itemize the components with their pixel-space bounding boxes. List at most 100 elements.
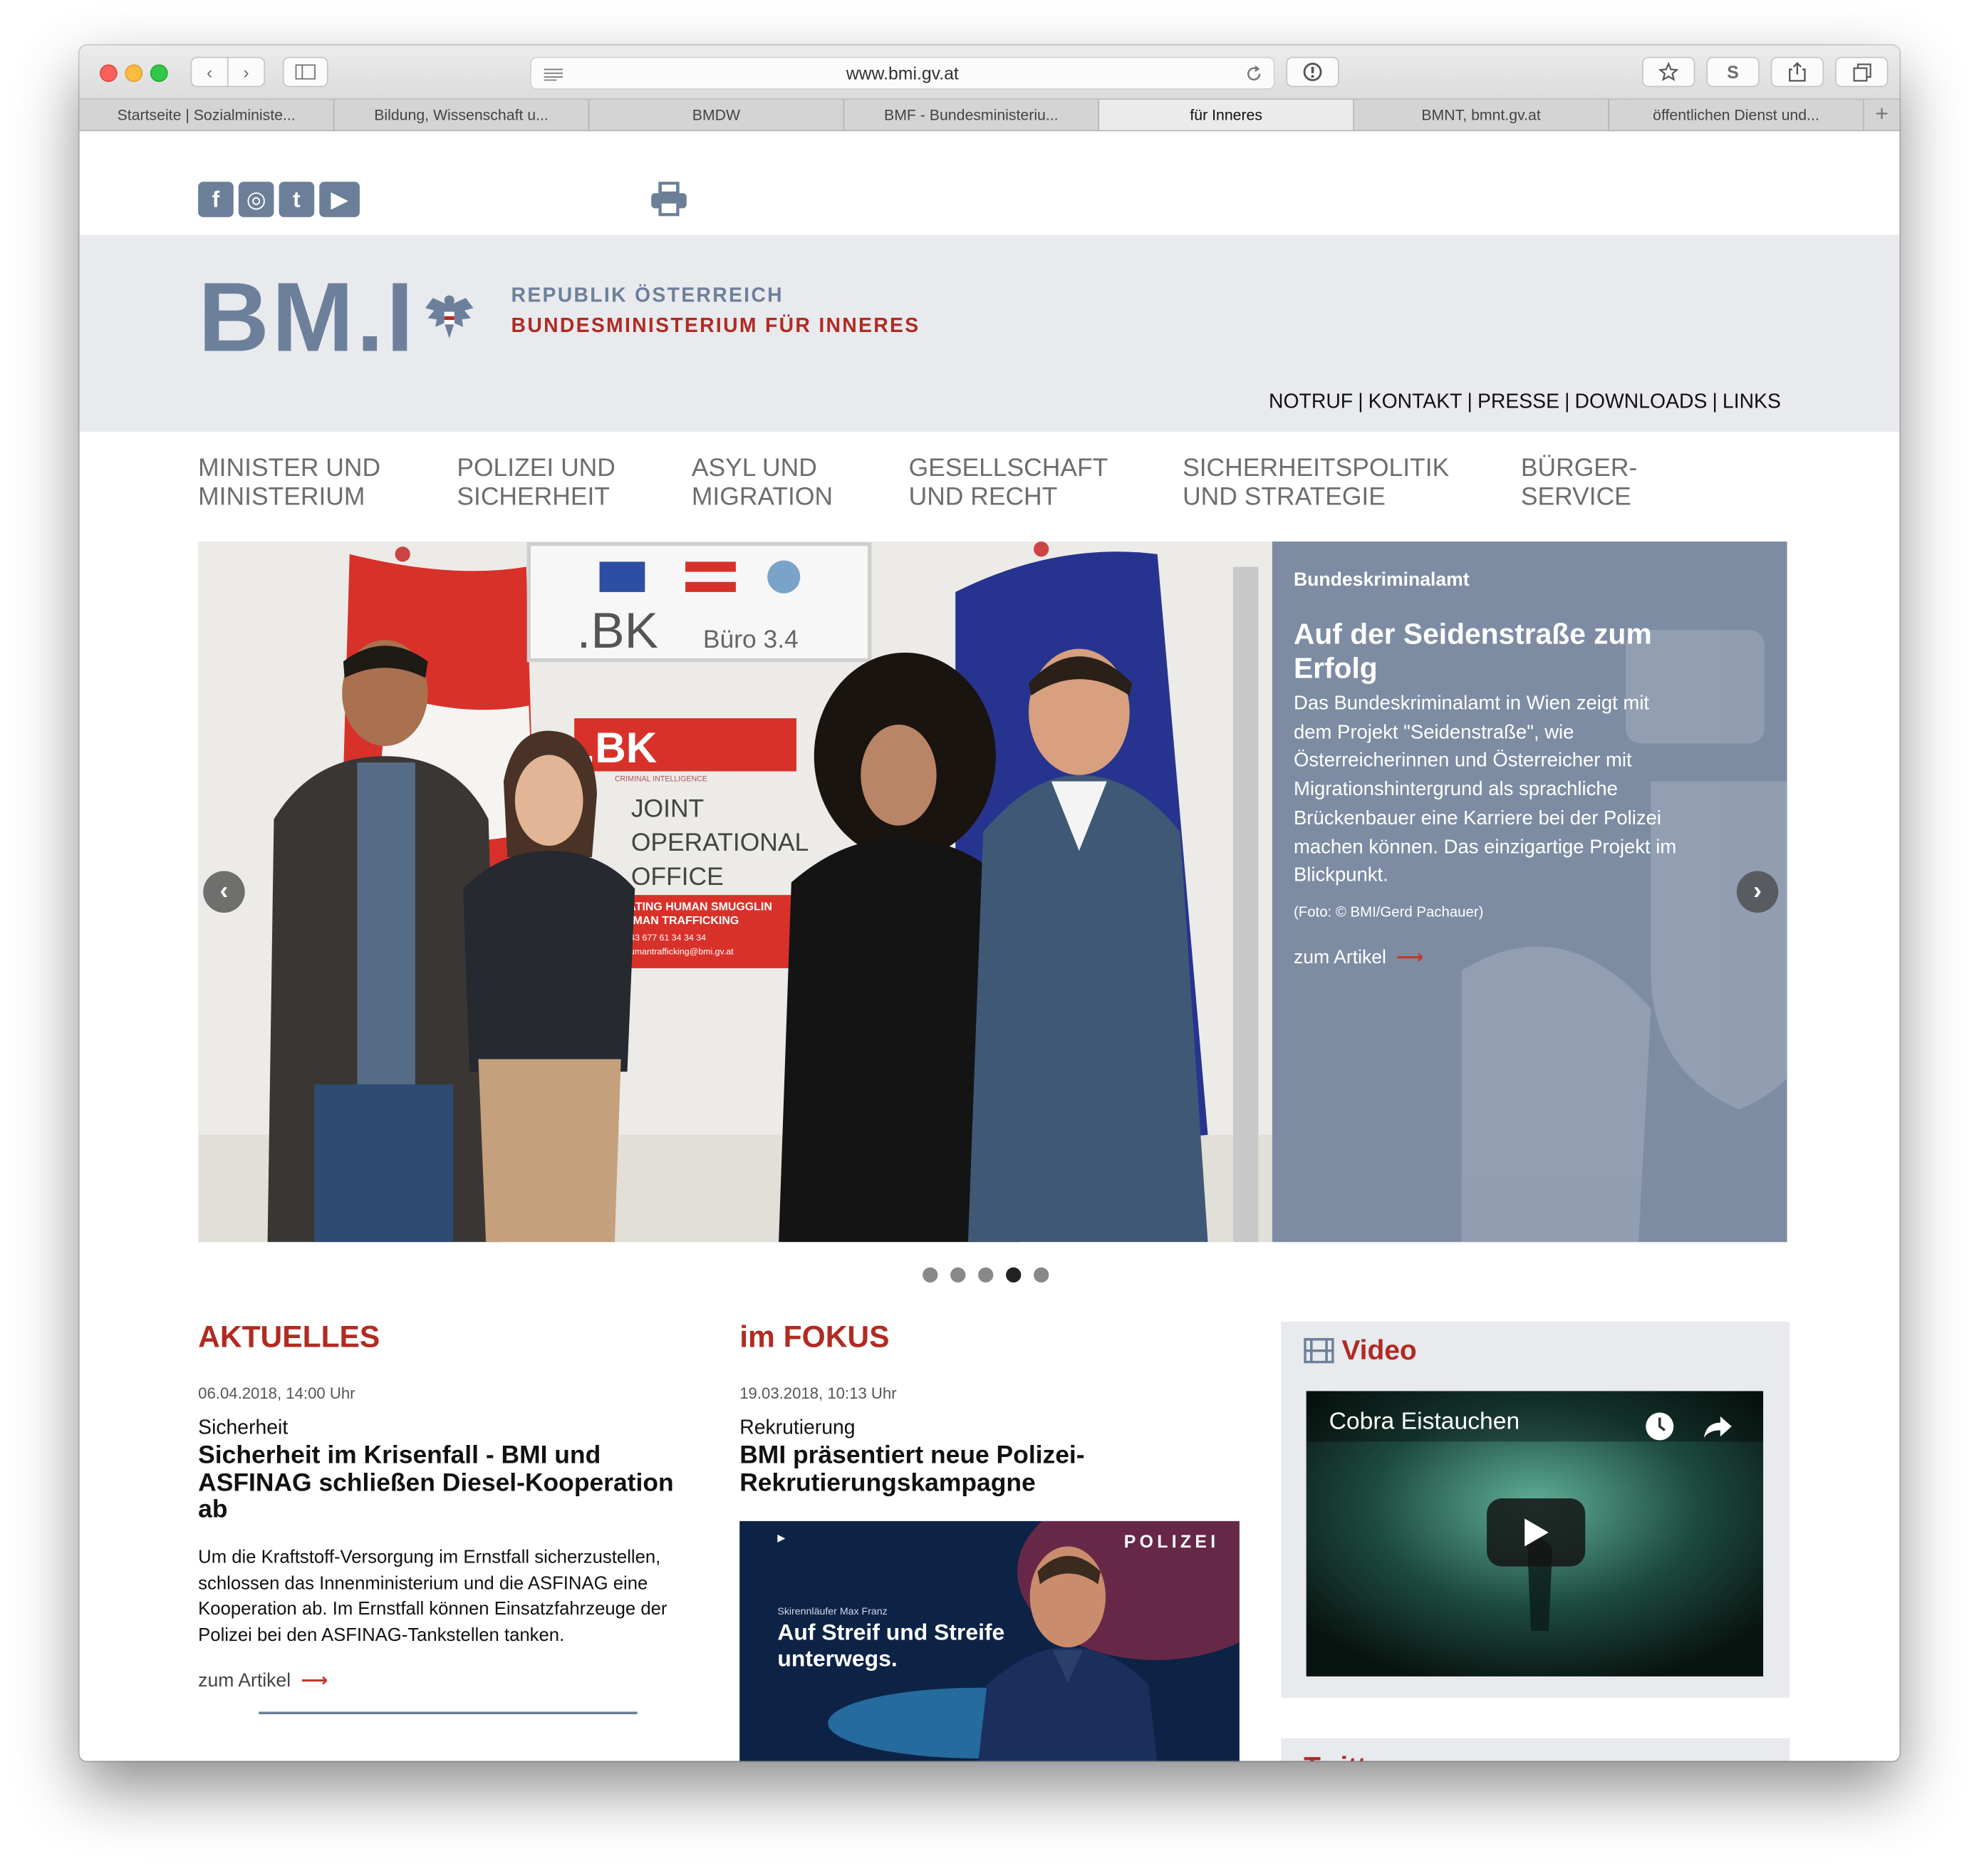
- separator: |: [1564, 391, 1570, 413]
- nav-polizei-und-sicherheit[interactable]: POLIZEI UND SICHERHEIT: [457, 455, 692, 512]
- video-heading: Video: [1304, 1335, 1417, 1367]
- link-kontakt[interactable]: KONTAKT: [1368, 391, 1463, 413]
- tab-bmdw[interactable]: BMDW: [589, 99, 845, 130]
- tabs-overview-button[interactable]: [1835, 56, 1889, 88]
- tab-oeffentlicher-dienst[interactable]: öffentlichen Dienst und...: [1609, 99, 1864, 130]
- site-header: BM.I REPUBLIK ÖSTERREICH BUNDESMINISTERI…: [79, 234, 1900, 432]
- slider-dot-2[interactable]: [950, 1267, 966, 1283]
- minimize-window-button[interactable]: [125, 64, 143, 83]
- link-notruf[interactable]: NOTRUF: [1269, 391, 1353, 413]
- nav-gesellschaft-und-recht[interactable]: GESELLSCHAFT UND RECHT: [909, 455, 1183, 512]
- tab-bmf[interactable]: BMF - Bundesministeriu...: [844, 99, 1100, 130]
- sidebar-icon: [295, 64, 316, 80]
- nav-asyl-und-migration[interactable]: ASYL UND MIGRATION: [692, 455, 909, 512]
- hero-slider: .BK Büro 3.4 .BK CRIMINAL INTELLIGENCE J…: [198, 541, 1787, 1243]
- chevron-right-icon: ›: [1753, 877, 1762, 906]
- fokus-kicker: Rekrutierung: [739, 1417, 856, 1439]
- nav-minister-und-ministerium[interactable]: MINISTER UND MINISTERIUM: [198, 455, 457, 512]
- photo-sign-red3: +43 677 61 34 34 34: [625, 933, 706, 943]
- reload-icon[interactable]: [1245, 64, 1264, 83]
- slide-text-panel: Bundeskriminalamt Auf der Seidenstraße z…: [1272, 541, 1787, 1243]
- slide-read-more-link[interactable]: zum Artikel ⟶: [1294, 945, 1423, 968]
- star-icon: [1658, 61, 1679, 81]
- link-links[interactable]: LINKS: [1723, 391, 1781, 413]
- slide-photo-credit: (Foto: © BMI/Gerd Pachauer): [1293, 905, 1484, 921]
- bookmark-button[interactable]: [1641, 56, 1695, 88]
- info-circle-icon: [1303, 63, 1322, 81]
- bmi-logo[interactable]: BM.I: [198, 268, 416, 366]
- nav-buergerservice[interactable]: BÜRGER- SERVICE: [1521, 455, 1660, 512]
- aktuelles-read-more-label: zum Artikel: [198, 1669, 291, 1692]
- twitter-widget: Twitter: [1281, 1738, 1790, 1761]
- photo-sign-operational: OPERATIONAL: [631, 828, 809, 856]
- slide-title[interactable]: Auf der Seidenstraße zum Erfolg: [1294, 617, 1710, 685]
- separator: |: [1467, 391, 1472, 413]
- slider-dot-1[interactable]: [923, 1267, 938, 1283]
- tab-sozialministerium[interactable]: Startseite | Sozialministe...: [80, 99, 335, 130]
- tab-bildung[interactable]: Bildung, Wissenschaft u...: [335, 99, 590, 130]
- main-navigation: MINISTER UND MINISTERIUM POLIZEI UND SIC…: [198, 455, 1660, 512]
- watch-later-clock-icon[interactable]: [1645, 1411, 1676, 1442]
- video-play-button[interactable]: [1487, 1498, 1586, 1567]
- slider-pagination: [923, 1267, 1049, 1283]
- share-icon: [1789, 61, 1806, 82]
- campaign-subline: Skirennläufer Max Franz: [777, 1605, 888, 1617]
- slider-dot-4[interactable]: [1006, 1267, 1022, 1283]
- group-photo-illustration: .BK Büro 3.4 .BK CRIMINAL INTELLIGENCE J…: [198, 541, 1272, 1243]
- chevron-left-icon: ‹: [206, 61, 213, 83]
- coat-of-arms-watermark-icon: [1461, 630, 1787, 1243]
- facebook-icon[interactable]: f: [198, 182, 234, 217]
- share-arrow-icon[interactable]: [1703, 1414, 1733, 1439]
- photo-sign-room: Büro 3.4: [703, 625, 799, 653]
- close-window-button[interactable]: [99, 64, 118, 83]
- back-button[interactable]: ‹: [190, 56, 229, 88]
- slider-dot-3[interactable]: [978, 1267, 994, 1283]
- slider-dot-5[interactable]: [1034, 1267, 1049, 1283]
- forward-button[interactable]: ›: [227, 56, 266, 88]
- address-bar[interactable]: www.bmi.gv.at: [530, 56, 1275, 90]
- instagram-icon[interactable]: ◎: [238, 182, 274, 217]
- new-tab-button[interactable]: +: [1864, 100, 1900, 130]
- arrow-right-icon: ⟶: [1396, 946, 1424, 968]
- campaign-polizei-logo: POLIZEI: [1123, 1531, 1220, 1552]
- aktuelles-read-more-link[interactable]: zum Artikel ⟶: [198, 1669, 328, 1691]
- aktuelles-teaser: Um die Kraftstoff-Versorgung im Ernstfal…: [198, 1548, 668, 1646]
- slide-read-more-label: zum Artikel: [1293, 946, 1386, 968]
- extension-s-button[interactable]: S: [1706, 56, 1760, 88]
- video-clip-title[interactable]: Cobra Eistauchen: [1329, 1409, 1520, 1436]
- youtube-video-player[interactable]: Cobra Eistauchen: [1306, 1391, 1764, 1677]
- fokus-campaign-image[interactable]: ▶ POLIZEI Skirennläufer Max Franz Auf St…: [739, 1520, 1240, 1761]
- arrow-right-icon: ⟶: [301, 1669, 328, 1692]
- password-button[interactable]: [1286, 56, 1339, 88]
- aktuelles-date: 06.04.2018, 14:00 Uhr: [198, 1384, 355, 1403]
- campaign-claim: Auf Streif und Streife unterwegs.: [777, 1620, 1005, 1672]
- sidebar-toggle-button[interactable]: [282, 56, 328, 88]
- slider-prev-button[interactable]: ‹: [203, 871, 245, 913]
- photo-sign-red2: UMAN TRAFFICKING: [625, 915, 739, 927]
- eagle-coat-of-arms-icon: [425, 295, 474, 338]
- slide-category: Bundeskriminalamt: [1293, 569, 1470, 591]
- youtube-icon[interactable]: ▶: [319, 182, 360, 217]
- twitter-heading: Twitter: [1304, 1751, 1393, 1761]
- aktuelles-headline[interactable]: Sicherheit im Krisenfall - BMI und ASFIN…: [198, 1442, 703, 1524]
- aktuelles-heading: AKTUELLES: [198, 1320, 380, 1355]
- tab-bmi-active[interactable]: für Inneres: [1099, 99, 1355, 130]
- print-icon[interactable]: [650, 182, 687, 217]
- zoom-window-button[interactable]: [150, 64, 168, 83]
- browser-toolbar: ‹ › www.bmi.gv.at S: [79, 45, 1900, 99]
- slide-photo[interactable]: .BK Büro 3.4 .BK CRIMINAL INTELLIGENCE J…: [198, 541, 1272, 1243]
- tab-bmnt[interactable]: BMNT, bmnt.gv.at: [1354, 99, 1609, 130]
- slider-next-button[interactable]: ›: [1736, 871, 1779, 913]
- link-presse[interactable]: PRESSE: [1477, 391, 1559, 413]
- logo-line-republik: REPUBLIK ÖSTERREICH: [511, 285, 784, 307]
- twitter-icon[interactable]: t: [279, 182, 315, 217]
- fokus-date: 19.03.2018, 10:13 Uhr: [739, 1384, 897, 1403]
- fokus-headline[interactable]: BMI präsentiert neue Polizei-Rekrutierun…: [739, 1442, 1118, 1497]
- nav-sicherheitspolitik-und-strategie[interactable]: SICHERHEITSPOLITIK UND STRATEGIE: [1183, 455, 1521, 512]
- photo-sign-ci: CRIMINAL INTELLIGENCE: [615, 775, 707, 784]
- web-page: f ◎ t ▶ BM.I REPUBLIK ÖSTERREICH BUNDESM…: [79, 131, 1900, 1761]
- service-links: NOTRUF | KONTAKT | PRESSE | DOWNLOADS | LINKS: [1269, 391, 1781, 414]
- link-downloads[interactable]: DOWNLOADS: [1575, 391, 1708, 413]
- share-button[interactable]: [1770, 56, 1824, 88]
- photo-sign-office: OFFICE: [631, 862, 724, 891]
